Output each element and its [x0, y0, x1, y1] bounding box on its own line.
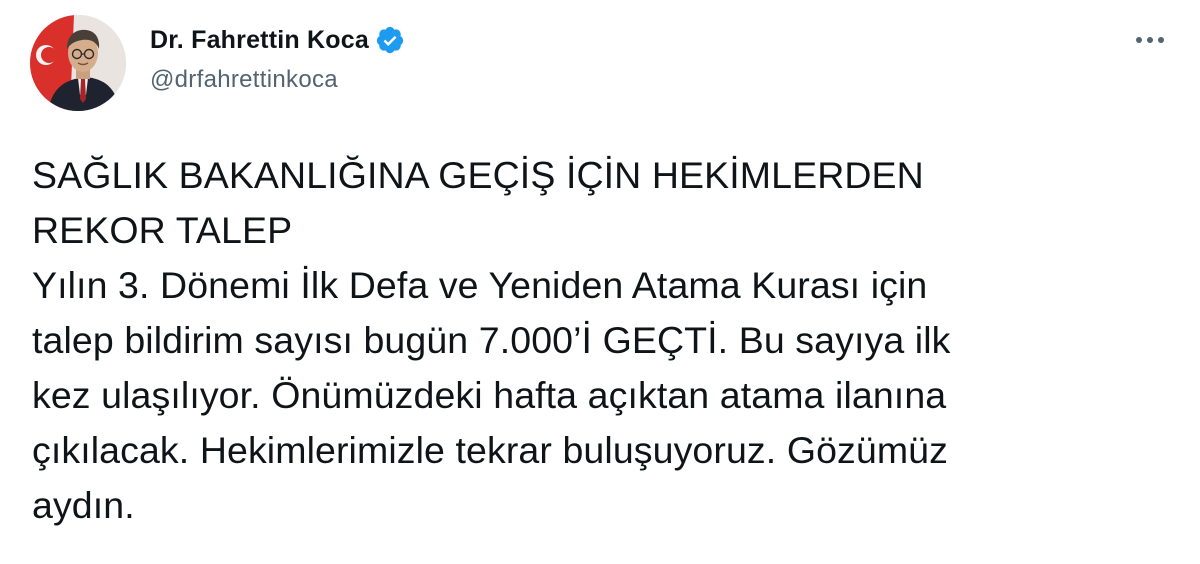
tweet-text: SAĞLIK BAKANLIĞINA GEÇİŞ İÇİN HEKİMLERDE… [32, 148, 1162, 533]
avatar-photo-icon [30, 15, 126, 111]
author-handle[interactable]: @drfahrettinkoca [150, 66, 338, 94]
tweet-headline: SAĞLIK BAKANLIĞINA GEÇİŞ İÇİN HEKİMLERDE… [32, 154, 924, 251]
more-options-button[interactable] [1130, 26, 1170, 54]
tweet-card: Dr. Fahrettin Koca @drfahrettinkoca SAĞL… [0, 0, 1200, 564]
more-options-icon [1136, 37, 1164, 43]
tweet-body-text: Yılın 3. Dönemi İlk Defa ve Yeniden Atam… [32, 264, 951, 526]
author-name[interactable]: Dr. Fahrettin Koca [150, 26, 369, 55]
author-name-row: Dr. Fahrettin Koca [150, 22, 405, 58]
avatar[interactable] [30, 15, 126, 111]
verified-badge-icon [375, 25, 405, 55]
